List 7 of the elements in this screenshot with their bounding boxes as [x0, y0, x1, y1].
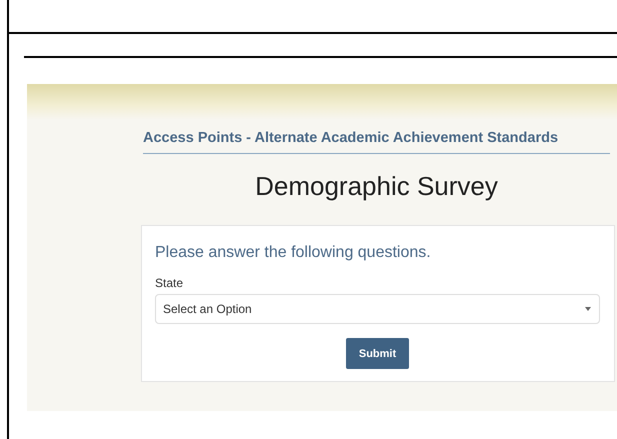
page-title: Demographic Survey [255, 171, 498, 202]
state-dropdown[interactable]: Select an Option [155, 294, 600, 324]
form-prompt: Please answer the following questions. [155, 244, 432, 262]
section-heading: Access Points - Alternate Academic Achievement Standards [143, 130, 558, 146]
field-label: State [155, 276, 184, 290]
submit-button[interactable]: Submit [346, 338, 409, 369]
caret-icon [585, 307, 591, 311]
